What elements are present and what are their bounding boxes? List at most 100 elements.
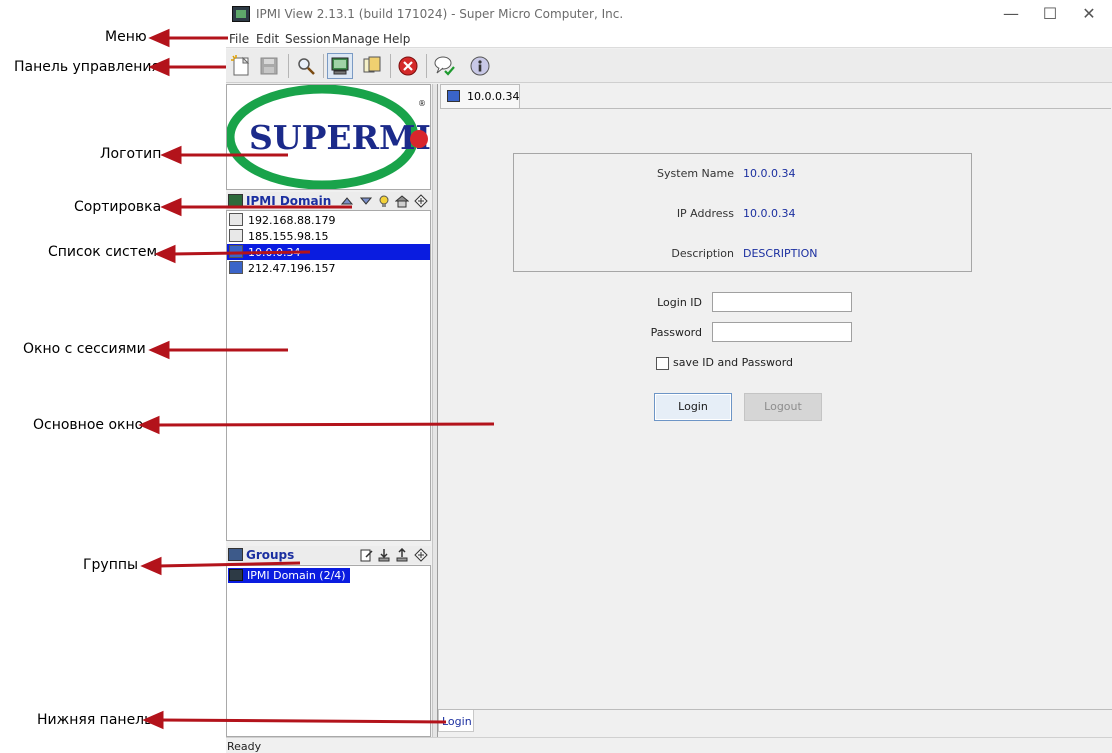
system-name-label: System Name: [657, 167, 734, 180]
tab-system[interactable]: 10.0.0.34: [440, 84, 520, 108]
bottom-panel: Login: [438, 709, 1112, 737]
domain-icon: [228, 194, 243, 207]
window-title: IPMI View 2.13.1 (build 171024) - Super …: [256, 7, 624, 21]
arrowhead: [148, 340, 170, 360]
system-name-value: 10.0.0.34: [743, 167, 796, 180]
menu-help[interactable]: Help: [383, 32, 410, 46]
annotation-bottom-panel: Нижняя панель: [37, 712, 153, 728]
groups-list: IPMI Domain (2/4) IPMI Domain (2/4): [226, 565, 431, 737]
system-ip: 192.168.88.179: [248, 214, 336, 227]
status-bar: Ready: [226, 737, 1112, 753]
server-icon: [229, 213, 243, 226]
tab-label: 10.0.0.34: [467, 90, 520, 103]
toolbar: [226, 49, 1112, 83]
annotation-sessions-window: Окно с сессиями: [23, 341, 146, 357]
group-name: IPMI Domain (2/4): [247, 569, 346, 582]
menu-edit[interactable]: Edit: [256, 32, 279, 46]
toolbar-separator: [390, 54, 391, 78]
description-value: DESCRIPTION: [743, 247, 818, 260]
annotation-toolbar: Панель управления: [14, 59, 160, 75]
download-icon[interactable]: [377, 548, 391, 562]
arrowhead: [160, 197, 182, 217]
system-ip: 10.0.0.34: [248, 246, 301, 259]
close-button[interactable]: ✕: [1078, 4, 1100, 24]
windows-icon[interactable]: [359, 53, 385, 79]
menu-bar: File Edit Session Manage Help: [226, 30, 1112, 48]
monitor-icon[interactable]: [327, 53, 353, 79]
monitor-icon: [229, 245, 243, 258]
save-credentials-checkbox[interactable]: [656, 357, 669, 370]
system-ip: 185.155.98.15: [248, 230, 329, 243]
monitor-icon: [447, 90, 460, 102]
annotation-system-list: Список систем: [48, 244, 158, 260]
registered-mark: ®: [418, 99, 426, 108]
title-bar: IPMI View 2.13.1 (build 171024) - Super …: [226, 0, 1112, 30]
login-id-field[interactable]: [712, 292, 852, 312]
save-credentials-label: save ID and Password: [673, 356, 794, 369]
toolbar-separator: [323, 54, 324, 78]
ip-address-label: IP Address: [676, 207, 734, 220]
home-icon[interactable]: [394, 194, 410, 208]
system-info-panel: System Name 10.0.0.34 IP Address 10.0.0.…: [513, 153, 972, 272]
status-text: Ready: [227, 740, 262, 753]
login-id-label: Login ID: [657, 296, 702, 309]
upload-icon[interactable]: [395, 547, 409, 562]
ipmi-domain-title: IPMI Domain: [246, 194, 332, 208]
save-icon[interactable]: [256, 53, 282, 79]
list-item[interactable]: 185.155.98.15: [227, 228, 430, 244]
groups-title: Groups: [246, 548, 295, 562]
password-label: Password: [650, 326, 702, 339]
refresh-icon[interactable]: [414, 548, 428, 562]
list-item-selected[interactable]: IPMI Domain (2/4) IPMI Domain (2/4): [228, 568, 350, 583]
groups-header: Groups: [226, 546, 431, 564]
refresh-icon[interactable]: [414, 194, 428, 208]
maximize-button[interactable]: ☐: [1039, 4, 1061, 24]
supermicro-logo: SUPERMICR ®: [225, 84, 485, 190]
toolbar-separator: [426, 54, 427, 78]
arrowhead: [160, 145, 182, 165]
lightbulb-icon[interactable]: [377, 194, 391, 208]
groups-icon: [228, 548, 243, 561]
menu-session[interactable]: Session: [285, 32, 331, 46]
domain-icon: [229, 569, 243, 581]
logo-text: SUPERMICR: [249, 118, 430, 157]
chat-icon[interactable]: [431, 53, 457, 79]
menu-file[interactable]: File: [229, 32, 249, 46]
annotation-logo: Логотип: [100, 146, 162, 162]
arrowhead: [154, 244, 176, 264]
annotation-sorting: Сортировка: [74, 199, 162, 215]
bottom-tab-label: Login: [442, 715, 472, 728]
monitor-icon: [229, 261, 243, 274]
system-list: 192.168.88.179 185.155.98.15 10.0.0.34 2…: [226, 210, 431, 541]
login-button[interactable]: Login: [654, 393, 732, 421]
ip-address-value: 10.0.0.34: [743, 207, 796, 220]
info-icon[interactable]: [467, 53, 493, 79]
menu-manage[interactable]: Manage: [332, 32, 380, 46]
ipmi-domain-header: IPMI Domain: [226, 192, 431, 210]
arrowhead: [138, 415, 160, 435]
password-field[interactable]: [712, 322, 852, 342]
tab-login[interactable]: Login: [438, 710, 474, 732]
app-icon: [232, 6, 250, 22]
logout-button[interactable]: Logout: [744, 393, 822, 421]
arrowhead: [140, 556, 162, 576]
sort-descending-icon[interactable]: [359, 194, 373, 208]
login-content: System Name 10.0.0.34 IP Address 10.0.0.…: [440, 108, 1111, 708]
list-item[interactable]: 192.168.88.179: [227, 212, 430, 228]
list-item-selected[interactable]: 10.0.0.34: [227, 244, 430, 260]
new-icon[interactable]: [228, 53, 254, 79]
annotation-menu: Меню: [105, 29, 147, 45]
arrowhead: [148, 28, 170, 48]
main-panel: 10.0.0.34 System Name 10.0.0.34 IP Addre…: [437, 84, 1112, 737]
annotation-groups: Группы: [83, 557, 139, 573]
annotation-main-window: Основное окно: [33, 417, 144, 433]
edit-group-icon[interactable]: [359, 548, 373, 562]
sort-ascending-icon[interactable]: [340, 194, 354, 208]
minimize-button[interactable]: —: [1000, 4, 1022, 24]
list-item[interactable]: 212.47.196.157: [227, 260, 430, 276]
screenshot-root: Меню Панель управления Логотип Сортировк…: [0, 0, 1112, 753]
search-icon[interactable]: [293, 53, 319, 79]
stop-icon[interactable]: [395, 53, 421, 79]
ipmiview-window: IPMI View 2.13.1 (build 171024) - Super …: [225, 0, 1112, 753]
system-ip: 212.47.196.157: [248, 262, 336, 275]
